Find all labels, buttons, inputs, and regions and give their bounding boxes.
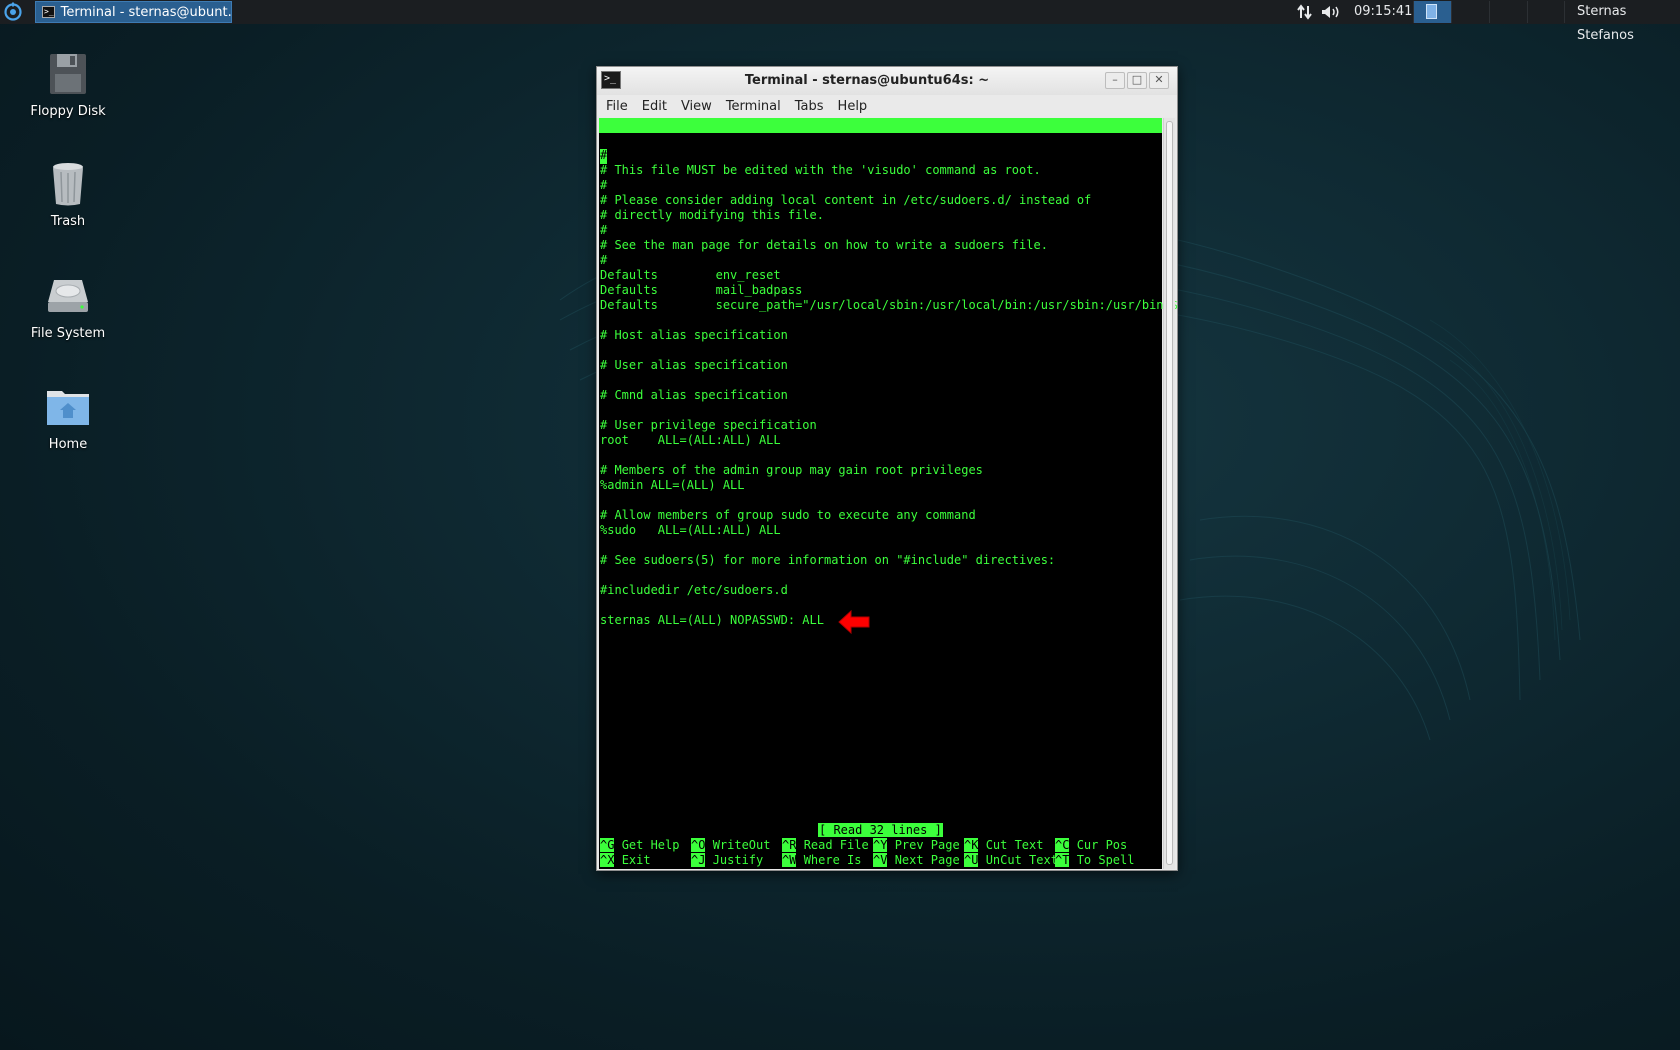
file-line: # Host alias specification bbox=[600, 328, 788, 342]
desktop-icon-floppy[interactable]: Floppy Disk bbox=[8, 50, 128, 119]
shortcut-row-2: ^X Exit ^J Justify ^W Where Is ^V Next P… bbox=[600, 853, 1134, 868]
file-line: # bbox=[600, 178, 608, 192]
terminal-icon: >_ bbox=[42, 6, 55, 18]
nano-version: GNU nano 2.2.6 bbox=[613, 133, 715, 147]
file-line: # See sudoers(5) for more information on… bbox=[600, 553, 1056, 567]
top-panel: >_ Terminal - sternas@ubunt... 09:15:41 … bbox=[0, 0, 1680, 43]
menu-help[interactable]: Help bbox=[831, 99, 875, 114]
terminal-scrollbar[interactable] bbox=[1163, 118, 1175, 869]
file-line: #includedir /etc/sudoers.d bbox=[600, 583, 788, 597]
desktop-icon-trash[interactable]: Trash bbox=[8, 160, 128, 229]
menu-terminal[interactable]: Terminal bbox=[719, 99, 788, 114]
floppy-disk-icon bbox=[44, 50, 92, 98]
nano-header: GNU nano 2.2.6 File: /etc/sudoers bbox=[599, 118, 1162, 162]
desktop-icon-home[interactable]: Home bbox=[8, 383, 128, 452]
window-titlebar[interactable]: >_ Terminal - sternas@ubuntu64s: ~ – □ ✕ bbox=[597, 67, 1177, 96]
user-menu[interactable]: Sternas Stefanos bbox=[1577, 0, 1680, 43]
workspace-4[interactable] bbox=[1527, 1, 1565, 23]
shortcut-where-is[interactable]: ^W Where Is bbox=[782, 853, 861, 868]
terminal-app-icon[interactable]: >_ bbox=[601, 71, 621, 89]
red-arrow-annotation-icon bbox=[838, 609, 870, 635]
clock[interactable]: 09:15:41 bbox=[1354, 0, 1412, 24]
file-line: # directly modifying this file. bbox=[600, 208, 824, 222]
file-line: %sudo ALL=(ALL:ALL) ALL bbox=[600, 523, 781, 537]
home-folder-icon bbox=[44, 383, 92, 431]
file-line: Defaults secure_path="/usr/local/sbin:/u… bbox=[600, 298, 1178, 312]
file-line: # User privilege specification bbox=[600, 418, 817, 432]
desktop-icon-label: Floppy Disk bbox=[30, 104, 106, 119]
desktop-icon-filesystem[interactable]: File System bbox=[8, 272, 128, 341]
shortcut-justify[interactable]: ^J Justify bbox=[691, 853, 763, 868]
shortcut-uncut-text[interactable]: ^U UnCut Text bbox=[964, 853, 1058, 868]
file-line: # bbox=[600, 223, 608, 237]
network-icon[interactable] bbox=[1296, 0, 1314, 24]
file-line: # See the man page for details on how to… bbox=[600, 238, 1048, 252]
menu-tabs[interactable]: Tabs bbox=[788, 99, 831, 114]
workspace-2[interactable] bbox=[1451, 1, 1489, 23]
desktop-icon-label: File System bbox=[30, 326, 106, 341]
trash-icon bbox=[44, 160, 92, 208]
shortcut-writeout[interactable]: ^O WriteOut bbox=[691, 838, 770, 853]
file-line: root ALL=(ALL:ALL) ALL bbox=[600, 433, 781, 447]
menu-edit[interactable]: Edit bbox=[635, 99, 674, 114]
workspace-3[interactable] bbox=[1489, 1, 1527, 23]
file-line: # Please consider adding local content i… bbox=[600, 193, 1092, 207]
menu-file[interactable]: File bbox=[597, 99, 635, 114]
shortcut-cur-pos[interactable]: ^C Cur Pos bbox=[1055, 838, 1127, 853]
close-button[interactable]: ✕ bbox=[1149, 72, 1169, 89]
taskbar-terminal-label: Terminal - sternas@ubunt... bbox=[60, 4, 232, 20]
shortcut-next-page[interactable]: ^V Next Page bbox=[873, 853, 960, 868]
desktop-icon-label: Home bbox=[48, 437, 88, 452]
window-title: Terminal - sternas@ubuntu64s: ~ bbox=[744, 73, 990, 88]
file-line-highlighted: sternas ALL=(ALL) NOPASSWD: ALL bbox=[600, 613, 824, 627]
file-line: # bbox=[600, 148, 608, 162]
scrollbar-thumb[interactable] bbox=[1166, 121, 1173, 865]
file-line: # Cmnd alias specification bbox=[600, 388, 788, 402]
maximize-button[interactable]: □ bbox=[1127, 72, 1147, 89]
minimize-button[interactable]: – bbox=[1105, 72, 1125, 89]
workspace-1[interactable] bbox=[1413, 1, 1451, 23]
shortcut-exit[interactable]: ^X Exit bbox=[600, 853, 651, 868]
taskbar-terminal-button[interactable]: >_ Terminal - sternas@ubunt... bbox=[35, 1, 232, 23]
file-line: Defaults env_reset bbox=[600, 268, 781, 282]
xfce-logo-icon bbox=[4, 2, 22, 21]
hard-drive-icon bbox=[44, 272, 92, 320]
shortcut-read-file[interactable]: ^R Read File bbox=[782, 838, 869, 853]
shortcut-cut-text[interactable]: ^K Cut Text bbox=[964, 838, 1043, 853]
file-line: %admin ALL=(ALL) ALL bbox=[600, 478, 745, 492]
terminal-window: >_ Terminal - sternas@ubuntu64s: ~ – □ ✕… bbox=[596, 66, 1178, 871]
shortcut-to-spell[interactable]: ^T To Spell bbox=[1055, 853, 1134, 868]
volume-icon[interactable] bbox=[1320, 0, 1342, 24]
terminal-content[interactable]: GNU nano 2.2.6 File: /etc/sudoers # # Th… bbox=[599, 118, 1178, 869]
file-line: # bbox=[600, 253, 608, 267]
file-line: # User alias specification bbox=[600, 358, 788, 372]
menu-view[interactable]: View bbox=[674, 99, 719, 114]
file-line: # This file MUST be edited with the 'vis… bbox=[600, 163, 1041, 177]
shortcut-row-1: ^G Get Help ^O WriteOut ^R Read File ^Y … bbox=[600, 838, 1127, 853]
desktop-icon-label: Trash bbox=[50, 214, 86, 229]
whisker-menu-button[interactable] bbox=[2, 2, 24, 22]
menubar: File Edit View Terminal Tabs Help bbox=[597, 95, 1177, 117]
file-line: # Members of the admin group may gain ro… bbox=[600, 463, 983, 477]
nano-status-message: [ Read 32 lines ] bbox=[818, 823, 943, 837]
shortcut-get-help[interactable]: ^G Get Help bbox=[600, 838, 679, 853]
nano-filename: File: /etc/sudoers bbox=[803, 148, 934, 162]
shortcut-prev-page[interactable]: ^Y Prev Page bbox=[873, 838, 960, 853]
file-line: # Allow members of group sudo to execute… bbox=[600, 508, 976, 522]
file-line: Defaults mail_badpass bbox=[600, 283, 803, 297]
